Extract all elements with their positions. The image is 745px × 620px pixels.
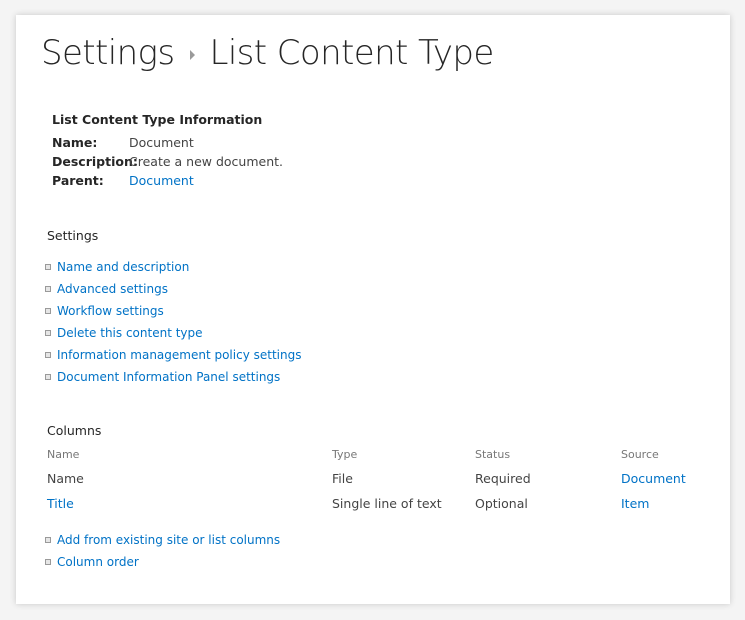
bullet-icon xyxy=(45,264,51,270)
content-panel: Settings List Content Type List Content … xyxy=(16,15,730,604)
information-management-policy-link[interactable]: Information management policy settings xyxy=(57,348,301,362)
breadcrumb-settings[interactable]: Settings xyxy=(41,33,175,73)
document-information-panel-link[interactable]: Document Information Panel settings xyxy=(57,370,280,384)
bullet-icon xyxy=(45,352,51,358)
column-type-cell: File xyxy=(332,471,353,486)
advanced-settings-link[interactable]: Advanced settings xyxy=(57,282,168,296)
name-value: Document xyxy=(129,135,194,150)
column-type-cell: Single line of text xyxy=(332,496,442,511)
name-label: Name: xyxy=(52,135,98,150)
column-header-name: Name xyxy=(47,448,80,461)
add-existing-columns-link[interactable]: Add from existing site or list columns xyxy=(57,533,280,547)
list-item: Advanced settings xyxy=(45,278,301,300)
info-heading: List Content Type Information xyxy=(52,112,263,127)
list-item: Document Information Panel settings xyxy=(45,366,301,388)
list-item: Delete this content type xyxy=(45,322,301,344)
column-header-type: Type xyxy=(332,448,358,461)
parent-label: Parent: xyxy=(52,173,104,188)
info-row-description: Description: Create a new document. xyxy=(52,152,283,171)
info-row-parent: Parent: Document xyxy=(52,171,283,190)
list-item: Workflow settings xyxy=(45,300,301,322)
bullet-icon xyxy=(45,330,51,336)
table-row: Title Single line of text Optional Item xyxy=(47,491,712,516)
bullet-icon xyxy=(45,308,51,314)
description-label: Description: xyxy=(52,154,138,169)
column-header-source: Source xyxy=(621,448,659,461)
list-item: Column order xyxy=(45,551,280,573)
breadcrumb-arrow-icon xyxy=(190,50,196,60)
workflow-settings-link[interactable]: Workflow settings xyxy=(57,304,164,318)
columns-section-title: Columns xyxy=(47,423,102,438)
name-and-description-link[interactable]: Name and description xyxy=(57,260,189,274)
column-links: Add from existing site or list columns C… xyxy=(45,529,280,573)
column-status-cell: Optional xyxy=(475,496,528,511)
table-header-row: Name Type Status Source xyxy=(47,448,712,466)
bullet-icon xyxy=(45,537,51,543)
list-item: Name and description xyxy=(45,256,301,278)
bullet-icon xyxy=(45,374,51,380)
content-type-info: List Content Type Information Name: Docu… xyxy=(52,112,283,190)
description-value: Create a new document. xyxy=(129,154,283,169)
settings-section-title: Settings xyxy=(47,228,99,243)
settings-links: Name and description Advanced settings W… xyxy=(45,256,301,388)
list-item: Information management policy settings xyxy=(45,344,301,366)
table-row: Name File Required Document xyxy=(47,466,712,491)
column-name-cell: Name xyxy=(47,471,84,486)
bullet-icon xyxy=(45,559,51,565)
parent-link[interactable]: Document xyxy=(129,171,194,190)
page-title-text: List Content Type xyxy=(209,33,494,73)
page-title: Settings List Content Type xyxy=(41,33,494,73)
columns-table: Name Type Status Source Name File Requir… xyxy=(47,448,712,516)
info-row-name: Name: Document xyxy=(52,133,283,152)
column-order-link[interactable]: Column order xyxy=(57,555,139,569)
column-source-link[interactable]: Item xyxy=(621,496,649,511)
column-status-cell: Required xyxy=(475,471,531,486)
column-source-link[interactable]: Document xyxy=(621,471,686,486)
bullet-icon xyxy=(45,286,51,292)
column-name-link[interactable]: Title xyxy=(47,496,74,511)
column-header-status: Status xyxy=(475,448,511,461)
delete-content-type-link[interactable]: Delete this content type xyxy=(57,326,203,340)
list-item: Add from existing site or list columns xyxy=(45,529,280,551)
